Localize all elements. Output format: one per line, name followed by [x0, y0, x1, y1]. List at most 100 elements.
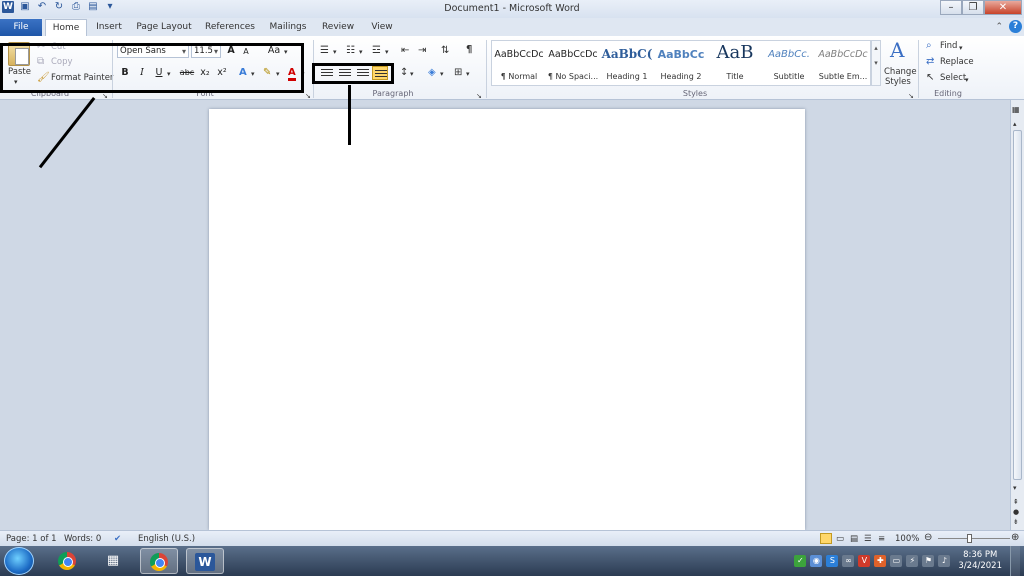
styles-gallery: AaBbCcDc ¶ Normal AaBbCcDc ¶ No Spaci...… — [491, 40, 871, 86]
clock-time: 8:36 PM — [963, 550, 998, 560]
tab-page-layout[interactable]: Page Layout — [134, 19, 194, 36]
outline-icon[interactable]: ☰ — [864, 534, 872, 544]
zoom-in-icon[interactable]: ⊕ — [1011, 532, 1019, 543]
print-layout-icon[interactable] — [820, 533, 832, 544]
help-icon[interactable]: ? — [1009, 20, 1022, 33]
line-spacing-icon[interactable]: ↕ — [400, 67, 408, 79]
tab-view[interactable]: View — [366, 19, 398, 36]
select-dropdown-icon[interactable]: ▾ — [965, 74, 969, 86]
maximize-button[interactable]: ❐ — [962, 0, 984, 15]
style-normal[interactable]: AaBbCcDc ¶ Normal — [492, 41, 546, 85]
replace-icon[interactable]: ⇄ — [926, 56, 934, 68]
volume-icon[interactable]: ♪ — [938, 555, 951, 567]
style-sample: AaBbCc. — [768, 49, 810, 60]
language-indicator[interactable]: English (U.S.) — [138, 534, 195, 544]
taskbar-chrome[interactable] — [48, 548, 86, 574]
borders-icon[interactable]: ⊞ — [454, 67, 462, 79]
scroll-thumb[interactable] — [1013, 130, 1022, 480]
start-button[interactable] — [4, 547, 34, 575]
tab-references[interactable]: References — [202, 19, 258, 36]
style-sample: AaBbCcDc — [818, 49, 868, 60]
zoom-slider[interactable] — [938, 538, 1010, 539]
taskbar-word[interactable]: W — [186, 548, 224, 574]
numbering-dropdown-icon[interactable]: ▾ — [359, 46, 363, 58]
style-sample: AaBbC( — [601, 47, 653, 61]
group-label-styles: Styles — [682, 89, 708, 98]
shading-icon[interactable]: ◈ — [428, 67, 436, 79]
zoom-slider-thumb[interactable] — [967, 534, 972, 543]
shield-icon[interactable]: ✓ — [794, 555, 807, 567]
tab-file[interactable]: File — [0, 19, 42, 36]
link-icon[interactable]: ∞ — [842, 555, 855, 567]
bullets-dropdown-icon[interactable]: ▾ — [333, 46, 337, 58]
skype-icon[interactable]: S — [826, 555, 839, 567]
flag-icon[interactable]: ⚑ — [922, 555, 935, 567]
change-styles-icon[interactable]: A — [890, 39, 904, 61]
line-spacing-dropdown-icon[interactable]: ▾ — [410, 68, 414, 80]
style-sample: AaBbCcDc — [494, 49, 544, 60]
proofing-icon[interactable]: ✔ — [114, 534, 121, 544]
tab-review[interactable]: Review — [318, 19, 358, 36]
select-button[interactable]: Select — [940, 73, 966, 83]
antivirus-icon[interactable]: V — [858, 555, 871, 567]
zoom-level[interactable]: 100% — [895, 534, 919, 544]
web-layout-icon[interactable]: ▤ — [850, 534, 858, 544]
find-dropdown-icon[interactable]: ▾ — [959, 42, 963, 54]
find-button[interactable]: Find — [940, 41, 957, 51]
style-heading-2[interactable]: AaBbCc Heading 2 — [654, 41, 708, 85]
word-count[interactable]: Words: 0 — [64, 534, 101, 544]
clock-date: 3/24/2021 — [958, 561, 1002, 571]
scroll-up-icon[interactable]: ▴ — [1013, 118, 1017, 130]
bullets-icon[interactable]: ☰ — [320, 45, 329, 57]
shading-dropdown-icon[interactable]: ▾ — [440, 68, 444, 80]
multilevel-dropdown-icon[interactable]: ▾ — [385, 46, 389, 58]
sort-icon[interactable]: ⇅ — [441, 45, 449, 57]
select-icon[interactable]: ↖ — [926, 72, 934, 84]
replace-button[interactable]: Replace — [940, 57, 974, 67]
change-styles-button[interactable]: Change — [884, 67, 917, 77]
style-subtitle[interactable]: AaBbCc. Subtitle — [762, 41, 816, 85]
power-icon[interactable]: ⚡ — [906, 555, 919, 567]
styles-gallery-scroll[interactable]: ▴ ▾ — [871, 40, 881, 86]
style-title[interactable]: AaB Title — [708, 41, 762, 85]
taskbar-app[interactable]: ▦ — [94, 548, 132, 574]
style-sample: AaBbCc — [657, 48, 705, 61]
minimize-ribbon-icon[interactable]: ⌃ — [995, 22, 1003, 32]
security-icon[interactable]: ✚ — [874, 555, 887, 567]
style-no-spacing[interactable]: AaBbCcDc ¶ No Spaci... — [546, 41, 600, 85]
style-sample: AaBbCcDc — [548, 49, 598, 60]
network-icon[interactable]: ◉ — [810, 555, 823, 567]
increase-indent-icon[interactable]: ⇥ — [418, 45, 426, 57]
app-icon: ▦ — [106, 553, 120, 568]
scroll-down-icon[interactable]: ▾ — [1013, 482, 1017, 494]
style-heading-1[interactable]: AaBbC( Heading 1 — [600, 41, 654, 85]
style-subtle-emphasis[interactable]: AaBbCcDc Subtle Em... — [816, 41, 870, 85]
style-name: ¶ Normal — [500, 72, 538, 81]
taskbar-chrome-active[interactable] — [140, 548, 178, 574]
minimize-button[interactable]: – — [940, 0, 962, 15]
ruler-toggle-icon[interactable]: ▦ — [1012, 104, 1020, 116]
tab-insert[interactable]: Insert — [90, 19, 128, 36]
clock[interactable]: 8:36 PM 3/24/2021 — [954, 550, 1006, 572]
decrease-indent-icon[interactable]: ⇤ — [401, 45, 409, 57]
annotation-arrow-line — [348, 85, 351, 145]
draft-icon[interactable]: ≡ — [878, 534, 885, 544]
multilevel-list-icon[interactable]: ☲ — [372, 45, 381, 57]
page-count[interactable]: Page: 1 of 1 — [6, 534, 57, 544]
tab-mailings[interactable]: Mailings — [266, 19, 310, 36]
group-separator — [918, 40, 919, 98]
show-desktop-button[interactable] — [1010, 546, 1020, 576]
close-button[interactable]: ✕ — [984, 0, 1022, 15]
tab-home[interactable]: Home — [45, 19, 87, 36]
zoom-out-icon[interactable]: ⊖ — [924, 532, 932, 543]
show-formatting-icon[interactable]: ¶ — [466, 44, 472, 56]
find-icon[interactable]: ⌕ — [926, 40, 932, 52]
style-name: ¶ No Spaci... — [547, 72, 599, 81]
numbering-icon[interactable]: ☷ — [346, 45, 355, 57]
borders-dropdown-icon[interactable]: ▾ — [466, 68, 470, 80]
full-screen-reading-icon[interactable]: ▭ — [836, 534, 844, 544]
display-icon[interactable]: ▭ — [890, 555, 903, 567]
next-page-icon[interactable]: ⇟ — [1013, 516, 1019, 528]
document-page[interactable] — [209, 109, 805, 530]
vertical-scrollbar[interactable]: ▦ ▴ ▾ ⇞ ● ⇟ — [1010, 100, 1024, 530]
